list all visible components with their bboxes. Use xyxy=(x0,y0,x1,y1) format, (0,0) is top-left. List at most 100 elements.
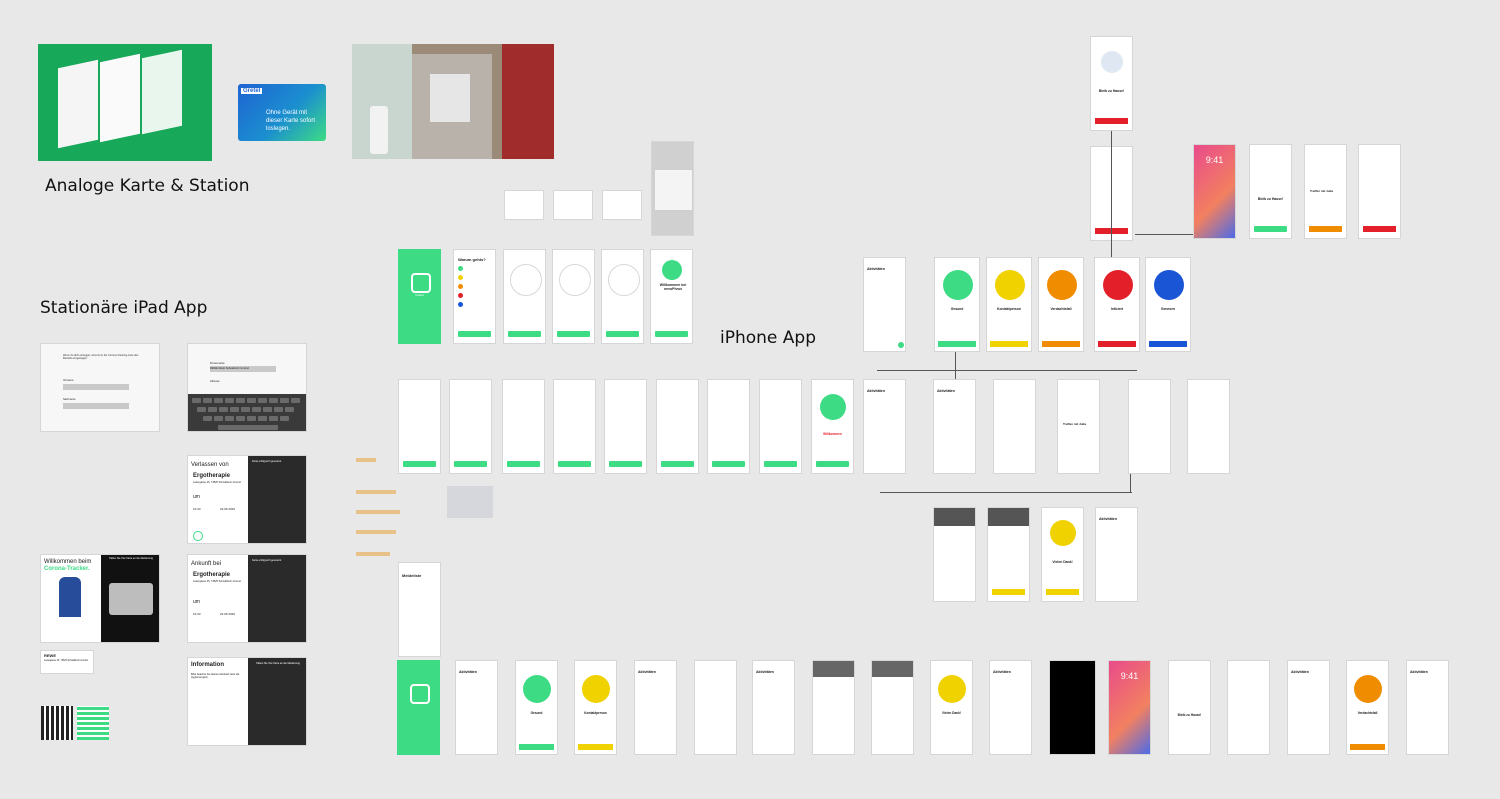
keyboard-key[interactable] xyxy=(291,398,300,403)
keyboard-key[interactable] xyxy=(208,407,217,412)
ipad-keyboard[interactable] xyxy=(188,394,306,431)
status-button[interactable] xyxy=(990,341,1028,347)
status-button[interactable] xyxy=(1098,341,1136,347)
next-button[interactable] xyxy=(609,461,642,467)
status-button[interactable] xyxy=(938,341,976,347)
weiter-button[interactable] xyxy=(508,331,541,337)
status-title: Genesen xyxy=(1160,307,1176,311)
status-button[interactable] xyxy=(1042,341,1080,347)
onboarding-map xyxy=(503,249,546,344)
status-badge xyxy=(1154,270,1184,300)
action-button[interactable] xyxy=(1309,226,1342,232)
welcome-title: Willkommen bei nevoPhrus xyxy=(659,283,687,291)
lastname-field[interactable] xyxy=(63,403,129,409)
prototype-screen-2: Kontaktperson xyxy=(574,660,617,755)
leave-time: 10:33 xyxy=(193,507,201,511)
welcome-illustration xyxy=(662,260,682,280)
keyboard-key[interactable] xyxy=(269,398,278,403)
status-title: Infiziert xyxy=(1110,307,1124,311)
bell-icon xyxy=(608,264,640,296)
weiter-button[interactable] xyxy=(606,331,639,337)
station-screen xyxy=(430,74,470,122)
keyboard-key[interactable] xyxy=(230,407,239,412)
leave-date: 23.06.2020 xyxy=(220,507,236,511)
keyboard-key[interactable] xyxy=(236,398,245,403)
keyboard-key[interactable] xyxy=(197,407,206,412)
status-badge xyxy=(523,675,551,703)
keyboard-key[interactable] xyxy=(280,416,289,421)
permission-dialog-overlay xyxy=(651,141,694,236)
next-button[interactable] xyxy=(558,461,591,467)
status-button[interactable] xyxy=(1149,341,1187,347)
keyboard-key[interactable] xyxy=(203,416,212,421)
keyboard-key[interactable] xyxy=(203,398,212,403)
keyboard-spacebar[interactable] xyxy=(218,425,278,430)
qr-code-1 xyxy=(41,706,73,740)
lockscreen-time: 9:41 xyxy=(1205,155,1224,165)
action-button[interactable] xyxy=(1363,226,1396,232)
connector-line xyxy=(1111,131,1112,257)
welcome-line2: Corona-Tracker. xyxy=(44,566,90,572)
keyboard-key[interactable] xyxy=(236,416,245,421)
keyboard-key[interactable] xyxy=(192,398,201,403)
map-illustration xyxy=(510,264,542,296)
keyboard-key[interactable] xyxy=(219,407,228,412)
status-title: Kontaktperson xyxy=(584,711,607,715)
action-button[interactable] xyxy=(1095,118,1128,124)
start-button[interactable] xyxy=(816,461,849,467)
bleib-zuhause-title: Bleib zu Hause! xyxy=(1177,713,1202,717)
keyboard-key[interactable] xyxy=(247,416,256,421)
prototype-screen-11: Bleib zu Hause! xyxy=(1168,660,1211,755)
register-step-2 xyxy=(449,379,492,474)
status-button[interactable] xyxy=(519,744,554,750)
keyboard-key[interactable] xyxy=(285,407,294,412)
action-button[interactable] xyxy=(1254,226,1287,232)
next-button[interactable] xyxy=(403,461,436,467)
weiter-button[interactable] xyxy=(655,331,688,337)
privacy-illustration xyxy=(559,264,591,296)
status-title: Kontaktperson xyxy=(997,307,1021,311)
keyboard-key[interactable] xyxy=(214,398,223,403)
address-label: Adresse xyxy=(210,380,220,383)
company-field[interactable]: REWE Markt Schwäbisch Gmünd xyxy=(210,366,276,372)
next-button[interactable] xyxy=(454,461,487,467)
next-button[interactable] xyxy=(712,461,745,467)
register-step-3 xyxy=(502,379,545,474)
keyboard-key[interactable] xyxy=(263,407,272,412)
keyboard-key[interactable] xyxy=(280,398,289,403)
keyboard-key[interactable] xyxy=(225,416,234,421)
add-button[interactable] xyxy=(898,342,904,348)
weiter-button[interactable] xyxy=(557,331,590,337)
keyboard-key[interactable] xyxy=(214,416,223,421)
activity-title: Aktivitäten xyxy=(756,670,774,674)
action-button[interactable] xyxy=(1046,589,1079,595)
status-dot-green xyxy=(458,266,463,271)
next-button[interactable] xyxy=(764,461,797,467)
status-dot-yellow xyxy=(458,275,463,280)
firstname-field[interactable] xyxy=(63,384,129,390)
status-button[interactable] xyxy=(578,744,613,750)
keyboard-key[interactable] xyxy=(258,416,267,421)
action-button[interactable] xyxy=(992,589,1025,595)
next-button[interactable] xyxy=(507,461,540,467)
status-title: Verdachtsfall xyxy=(1050,307,1072,311)
prototype-screen-15: Aktivitäten xyxy=(1406,660,1449,755)
prototype-screen-0: Aktivitäten xyxy=(455,660,498,755)
keyboard-key[interactable] xyxy=(258,398,267,403)
keyboard-key[interactable] xyxy=(225,398,234,403)
connector-line xyxy=(955,352,956,382)
prototype-screen-9: Aktivitäten xyxy=(989,660,1032,755)
green-badge xyxy=(820,394,846,420)
keyboard-key[interactable] xyxy=(247,398,256,403)
keyboard-key[interactable] xyxy=(269,416,278,421)
next-button[interactable] xyxy=(661,461,694,467)
weiter-button[interactable] xyxy=(458,331,491,337)
status-button[interactable] xyxy=(1350,744,1385,750)
status-dot-red xyxy=(458,293,463,298)
keyboard-key[interactable] xyxy=(241,407,250,412)
yellow-badge xyxy=(938,675,966,703)
iphone-keyboard[interactable] xyxy=(447,486,493,518)
keyboard-key[interactable] xyxy=(274,407,283,412)
permission-dialog-2 xyxy=(553,190,593,220)
keyboard-key[interactable] xyxy=(252,407,261,412)
